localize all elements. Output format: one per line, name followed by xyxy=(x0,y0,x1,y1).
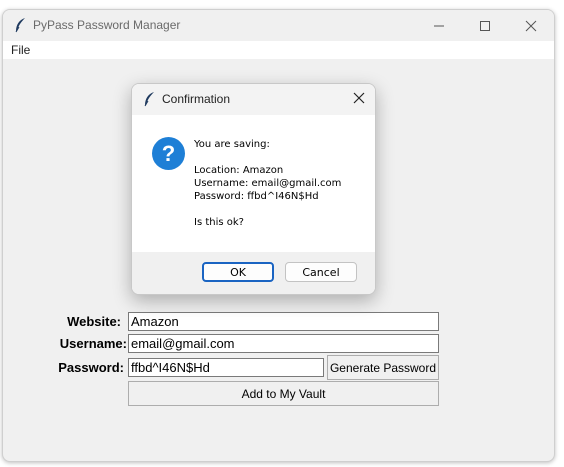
dialog-question: Is this ok? xyxy=(194,217,244,228)
website-label: Website: xyxy=(67,314,121,329)
dialog-footer: OK Cancel xyxy=(132,252,375,294)
minimize-icon xyxy=(434,25,444,26)
minimize-button[interactable] xyxy=(416,10,462,41)
website-input[interactable]: Amazon xyxy=(128,312,439,331)
generate-password-button[interactable]: Generate Password xyxy=(327,355,439,380)
feather-icon xyxy=(15,18,25,33)
ok-button[interactable]: OK xyxy=(202,262,274,282)
title-bar[interactable]: PyPass Password Manager xyxy=(3,10,554,41)
dialog-username-line: Username: email@gmail.com xyxy=(194,178,342,189)
dialog-location-line: Location: Amazon xyxy=(194,165,284,176)
close-button[interactable] xyxy=(508,10,554,41)
dialog-close-icon[interactable] xyxy=(353,92,365,104)
dialog-password-line: Password: ffbd^I46N$Hd xyxy=(194,191,319,202)
menu-bar: File xyxy=(3,41,554,59)
maximize-button[interactable] xyxy=(462,10,508,41)
password-input[interactable]: ffbd^I46N$Hd xyxy=(128,358,324,377)
menu-file[interactable]: File xyxy=(11,43,30,57)
window-title: PyPass Password Manager xyxy=(33,18,181,32)
confirmation-dialog: Confirmation ? You are saving: Location:… xyxy=(131,83,376,295)
cancel-button[interactable]: Cancel xyxy=(285,262,357,282)
question-icon: ? xyxy=(152,137,185,170)
password-label: Password: xyxy=(58,360,124,375)
username-label: Username: xyxy=(59,336,127,351)
dialog-title: Confirmation xyxy=(162,92,231,106)
close-icon xyxy=(525,20,537,31)
feather-icon xyxy=(144,92,154,107)
maximize-icon xyxy=(480,20,490,31)
dialog-heading: You are saving: xyxy=(194,139,270,150)
add-to-vault-button[interactable]: Add to My Vault xyxy=(128,381,439,406)
dialog-title-bar[interactable]: Confirmation xyxy=(132,84,375,115)
username-input[interactable]: email@gmail.com xyxy=(128,334,439,353)
